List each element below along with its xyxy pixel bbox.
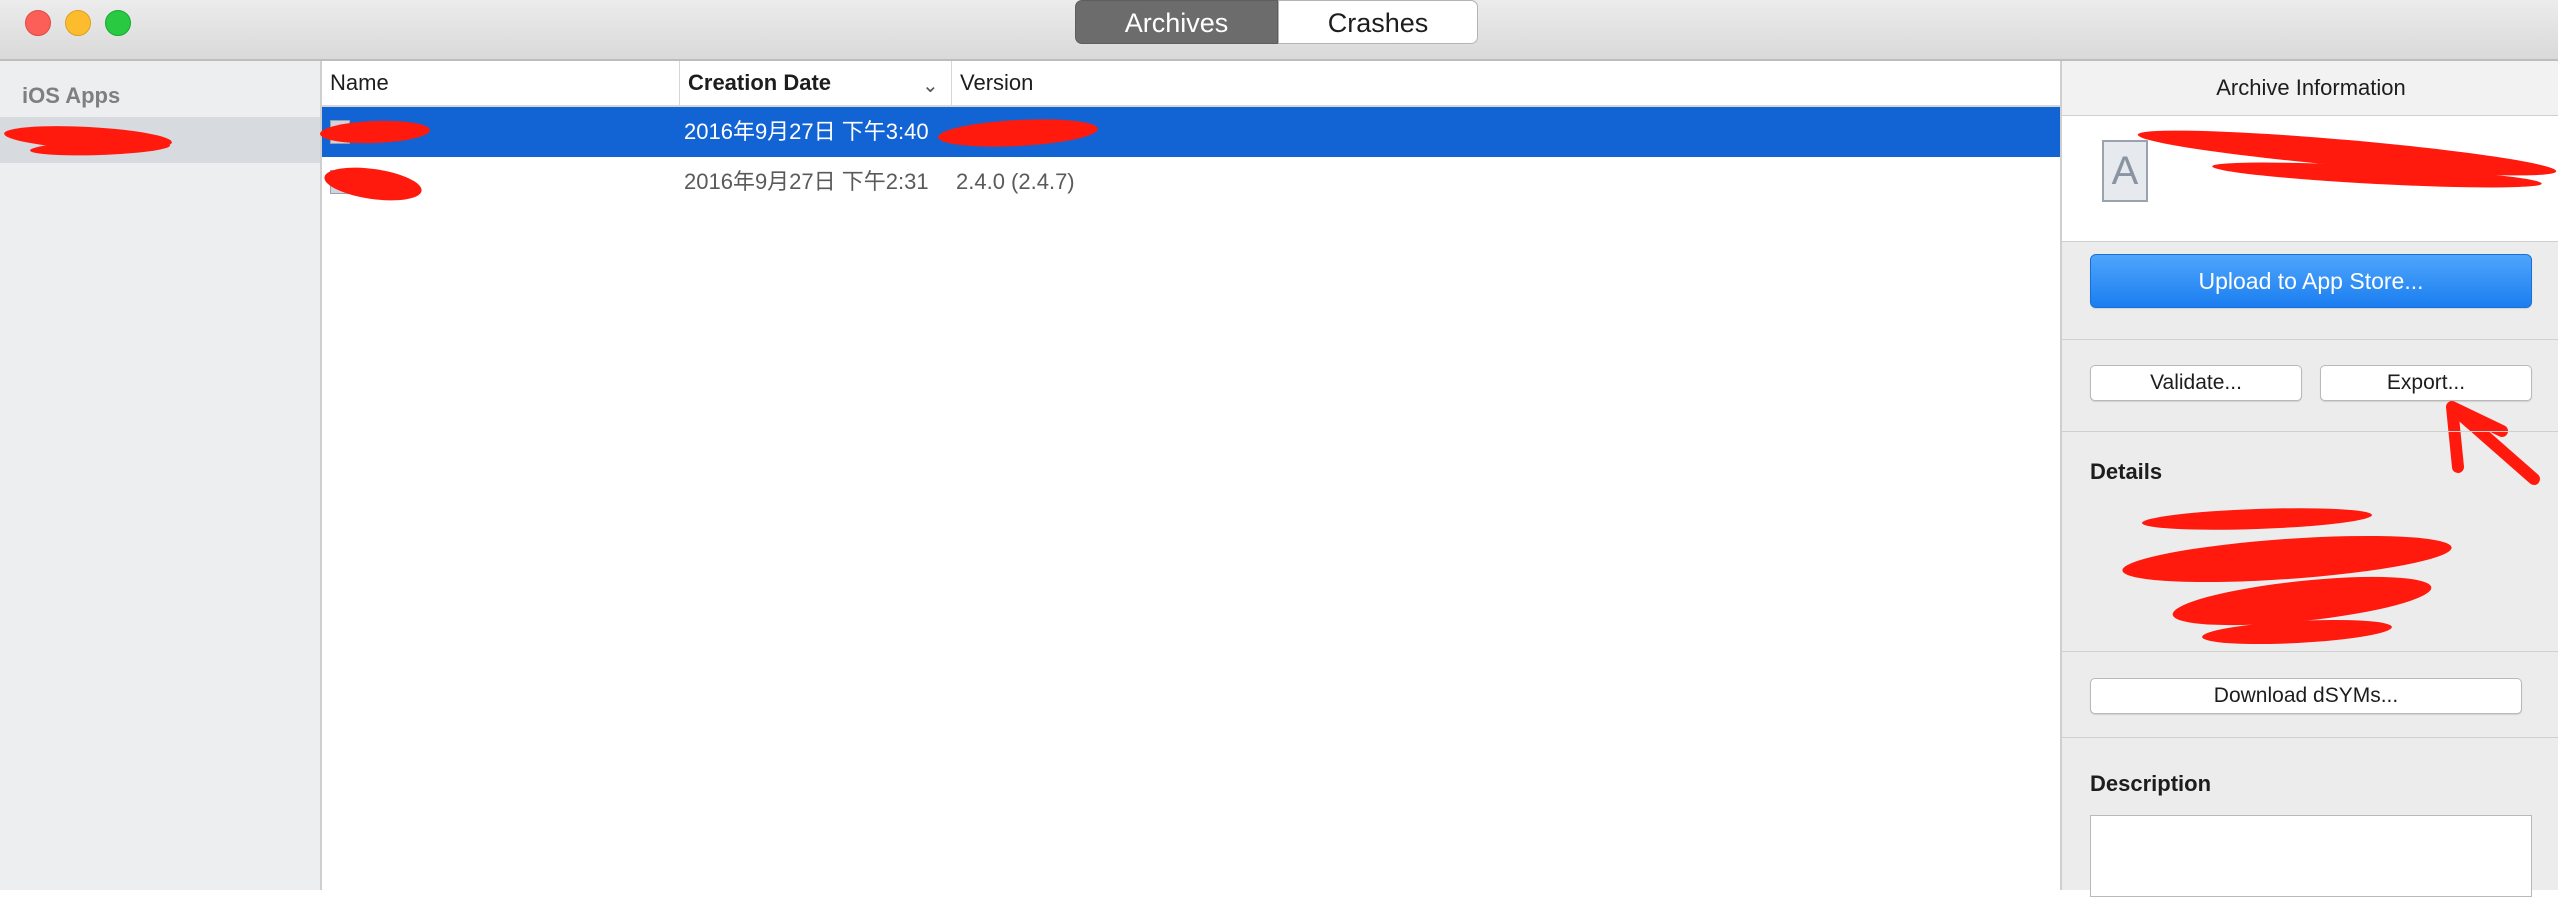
minimize-window-button[interactable]: [65, 10, 91, 36]
redaction-mark: [2141, 504, 2373, 534]
title-bar: Archives Crashes: [0, 0, 2558, 61]
download-dsyms-button[interactable]: Download dSYMs...: [2090, 678, 2522, 714]
divider: [2062, 651, 2558, 652]
upload-to-app-store-button[interactable]: Upload to App Store...: [2090, 254, 2532, 308]
description-field[interactable]: [2090, 815, 2532, 897]
column-header-version[interactable]: Version: [952, 61, 1552, 105]
close-window-button[interactable]: [25, 10, 51, 36]
validate-button[interactable]: Validate...: [2090, 365, 2302, 401]
archive-inspector: Archive Information A Upload to App Stor…: [2060, 61, 2558, 897]
export-button[interactable]: Export...: [2320, 365, 2532, 401]
details-heading: Details: [2090, 459, 2163, 484]
chevron-down-icon: ⌄: [922, 75, 939, 97]
sidebar: iOS Apps: [0, 61, 322, 890]
divider: [2062, 431, 2558, 432]
redaction-mark: [937, 115, 1099, 151]
cell-version: 2.4.0 (2.4.7): [956, 169, 1075, 194]
sidebar-heading: iOS Apps: [22, 83, 121, 108]
cell-creation-date: 2016年9月27日 下午3:40: [684, 119, 929, 144]
divider: [2062, 737, 2558, 738]
archive-summary: A: [2062, 116, 2558, 242]
cell-creation-date: 2016年9月27日 下午2:31: [684, 169, 929, 194]
sidebar-item-selected-app[interactable]: [0, 117, 320, 163]
zoom-window-button[interactable]: [105, 10, 131, 36]
inspector-title: Archive Information: [2062, 61, 2558, 116]
table-row[interactable]: 2016年9月27日 下午3:40: [319, 107, 2060, 157]
divider: [2062, 339, 2558, 340]
archive-app-icon: A: [2102, 140, 2148, 202]
tab-archives[interactable]: Archives: [1075, 0, 1278, 44]
annotation-arrow: [2446, 401, 2540, 485]
table-header: Name Creation Date ⌄ Version: [322, 61, 2060, 107]
description-heading: Description: [2090, 771, 2212, 796]
column-header-creation-date[interactable]: Creation Date: [680, 61, 952, 105]
redaction-mark: [322, 162, 424, 206]
archives-table: Name Creation Date ⌄ Version 2016年9月27日 …: [319, 61, 2060, 890]
tab-crashes[interactable]: Crashes: [1278, 0, 1478, 44]
column-header-name[interactable]: Name: [322, 61, 680, 105]
table-row[interactable]: 2016年9月27日 下午2:31 2.4.0 (2.4.7): [322, 157, 2060, 207]
